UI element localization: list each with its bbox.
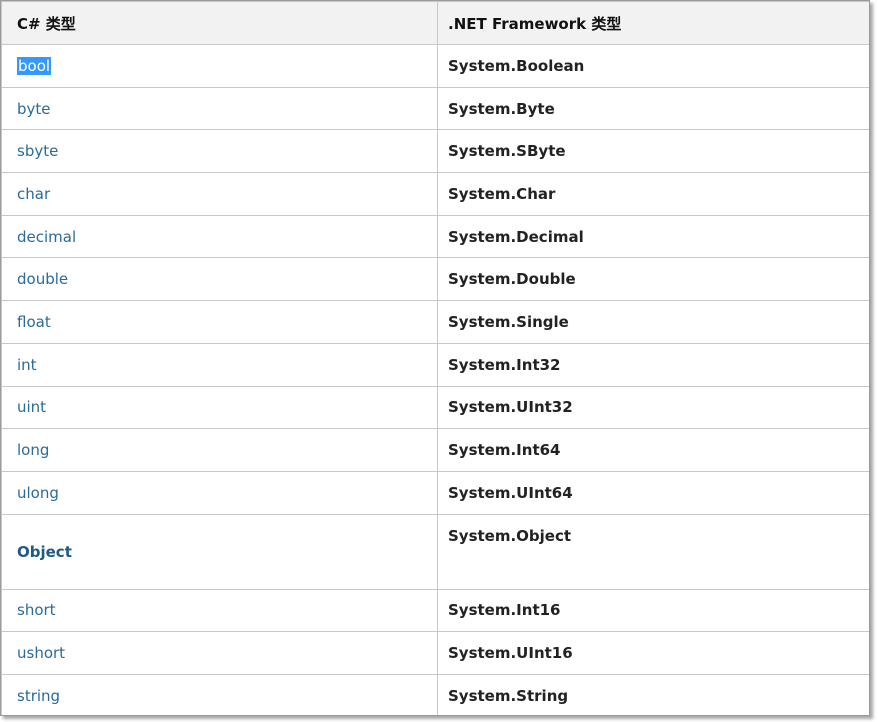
table-row: float System.Single [1,300,869,344]
csharp-type-cell: short [1,588,438,633]
csharp-type-cell: ushort [1,631,438,675]
table-row: string System.String [1,673,869,715]
csharp-type-link-float[interactable]: float [17,313,51,331]
csharp-type-link-int[interactable]: int [17,356,37,374]
csharp-type-link-sbyte[interactable]: sbyte [17,142,58,160]
csharp-type-cell: sbyte [1,129,438,174]
header-csharp-type: C# 类型 [1,1,438,45]
csharp-type-cell: string [1,673,438,715]
table-header-row: C# 类型 .NET Framework 类型 [1,1,869,45]
csharp-type-cell: ulong [1,470,438,515]
csharp-type-link-long[interactable]: long [17,441,49,459]
table-row: uint System.UInt32 [1,385,869,430]
table-row: sbyte System.SByte [1,129,869,174]
csharp-type-cell: double [1,257,438,302]
table-row: bool System.Boolean [1,44,869,88]
table-row: long System.Int64 [1,428,869,472]
dotnet-type-cell: System.Double [437,257,869,302]
csharp-type-cell: bool [1,44,438,88]
csharp-type-cell: Object [1,513,438,590]
type-mapping-panel: C# 类型 .NET Framework 类型 bool System.Bool… [0,0,870,716]
table-row: short System.Int16 [1,588,869,633]
csharp-type-link-object[interactable]: Object [17,543,72,561]
table-row: int System.Int32 [1,342,869,387]
csharp-type-cell: byte [1,86,438,131]
type-mapping-table: C# 类型 .NET Framework 类型 bool System.Bool… [1,1,869,715]
table-row: decimal System.Decimal [1,214,869,259]
dotnet-type-cell: System.Int32 [437,342,869,387]
csharp-type-cell: char [1,172,438,216]
csharp-type-link-ulong[interactable]: ulong [17,484,59,502]
table-row: ulong System.UInt64 [1,470,869,515]
dotnet-type-cell: System.Decimal [437,214,869,259]
dotnet-type-cell: System.UInt64 [437,470,869,515]
csharp-type-cell: int [1,342,438,387]
table-row: char System.Char [1,172,869,216]
header-dotnet-type: .NET Framework 类型 [437,1,869,45]
csharp-type-cell: uint [1,385,438,430]
csharp-type-link-short[interactable]: short [17,601,56,619]
table-row: Object System.Object [1,513,869,590]
dotnet-type-cell: System.Int64 [437,428,869,472]
csharp-type-cell: long [1,428,438,472]
dotnet-type-cell: System.Boolean [437,44,869,88]
csharp-type-link-string[interactable]: string [17,687,60,705]
csharp-type-link-bool[interactable]: bool [17,56,52,75]
dotnet-type-cell: System.String [437,673,869,715]
dotnet-type-cell: System.Int16 [437,588,869,633]
csharp-type-link-decimal[interactable]: decimal [17,228,76,246]
table-row: double System.Double [1,257,869,302]
csharp-type-link-char[interactable]: char [17,185,50,203]
csharp-type-link-uint[interactable]: uint [17,398,46,416]
csharp-type-cell: decimal [1,214,438,259]
csharp-type-link-ushort[interactable]: ushort [17,644,65,662]
dotnet-type-cell: System.UInt16 [437,631,869,675]
dotnet-type-cell: System.Char [437,172,869,216]
dotnet-type-cell: System.Single [437,300,869,344]
table-row: ushort System.UInt16 [1,631,869,675]
table-row: byte System.Byte [1,86,869,131]
csharp-type-cell: float [1,300,438,344]
dotnet-type-cell: System.Object [437,513,869,590]
dotnet-type-cell: System.SByte [437,129,869,174]
csharp-type-link-byte[interactable]: byte [17,100,51,118]
csharp-type-link-double[interactable]: double [17,270,68,288]
dotnet-type-cell: System.UInt32 [437,385,869,430]
dotnet-type-cell: System.Byte [437,86,869,131]
